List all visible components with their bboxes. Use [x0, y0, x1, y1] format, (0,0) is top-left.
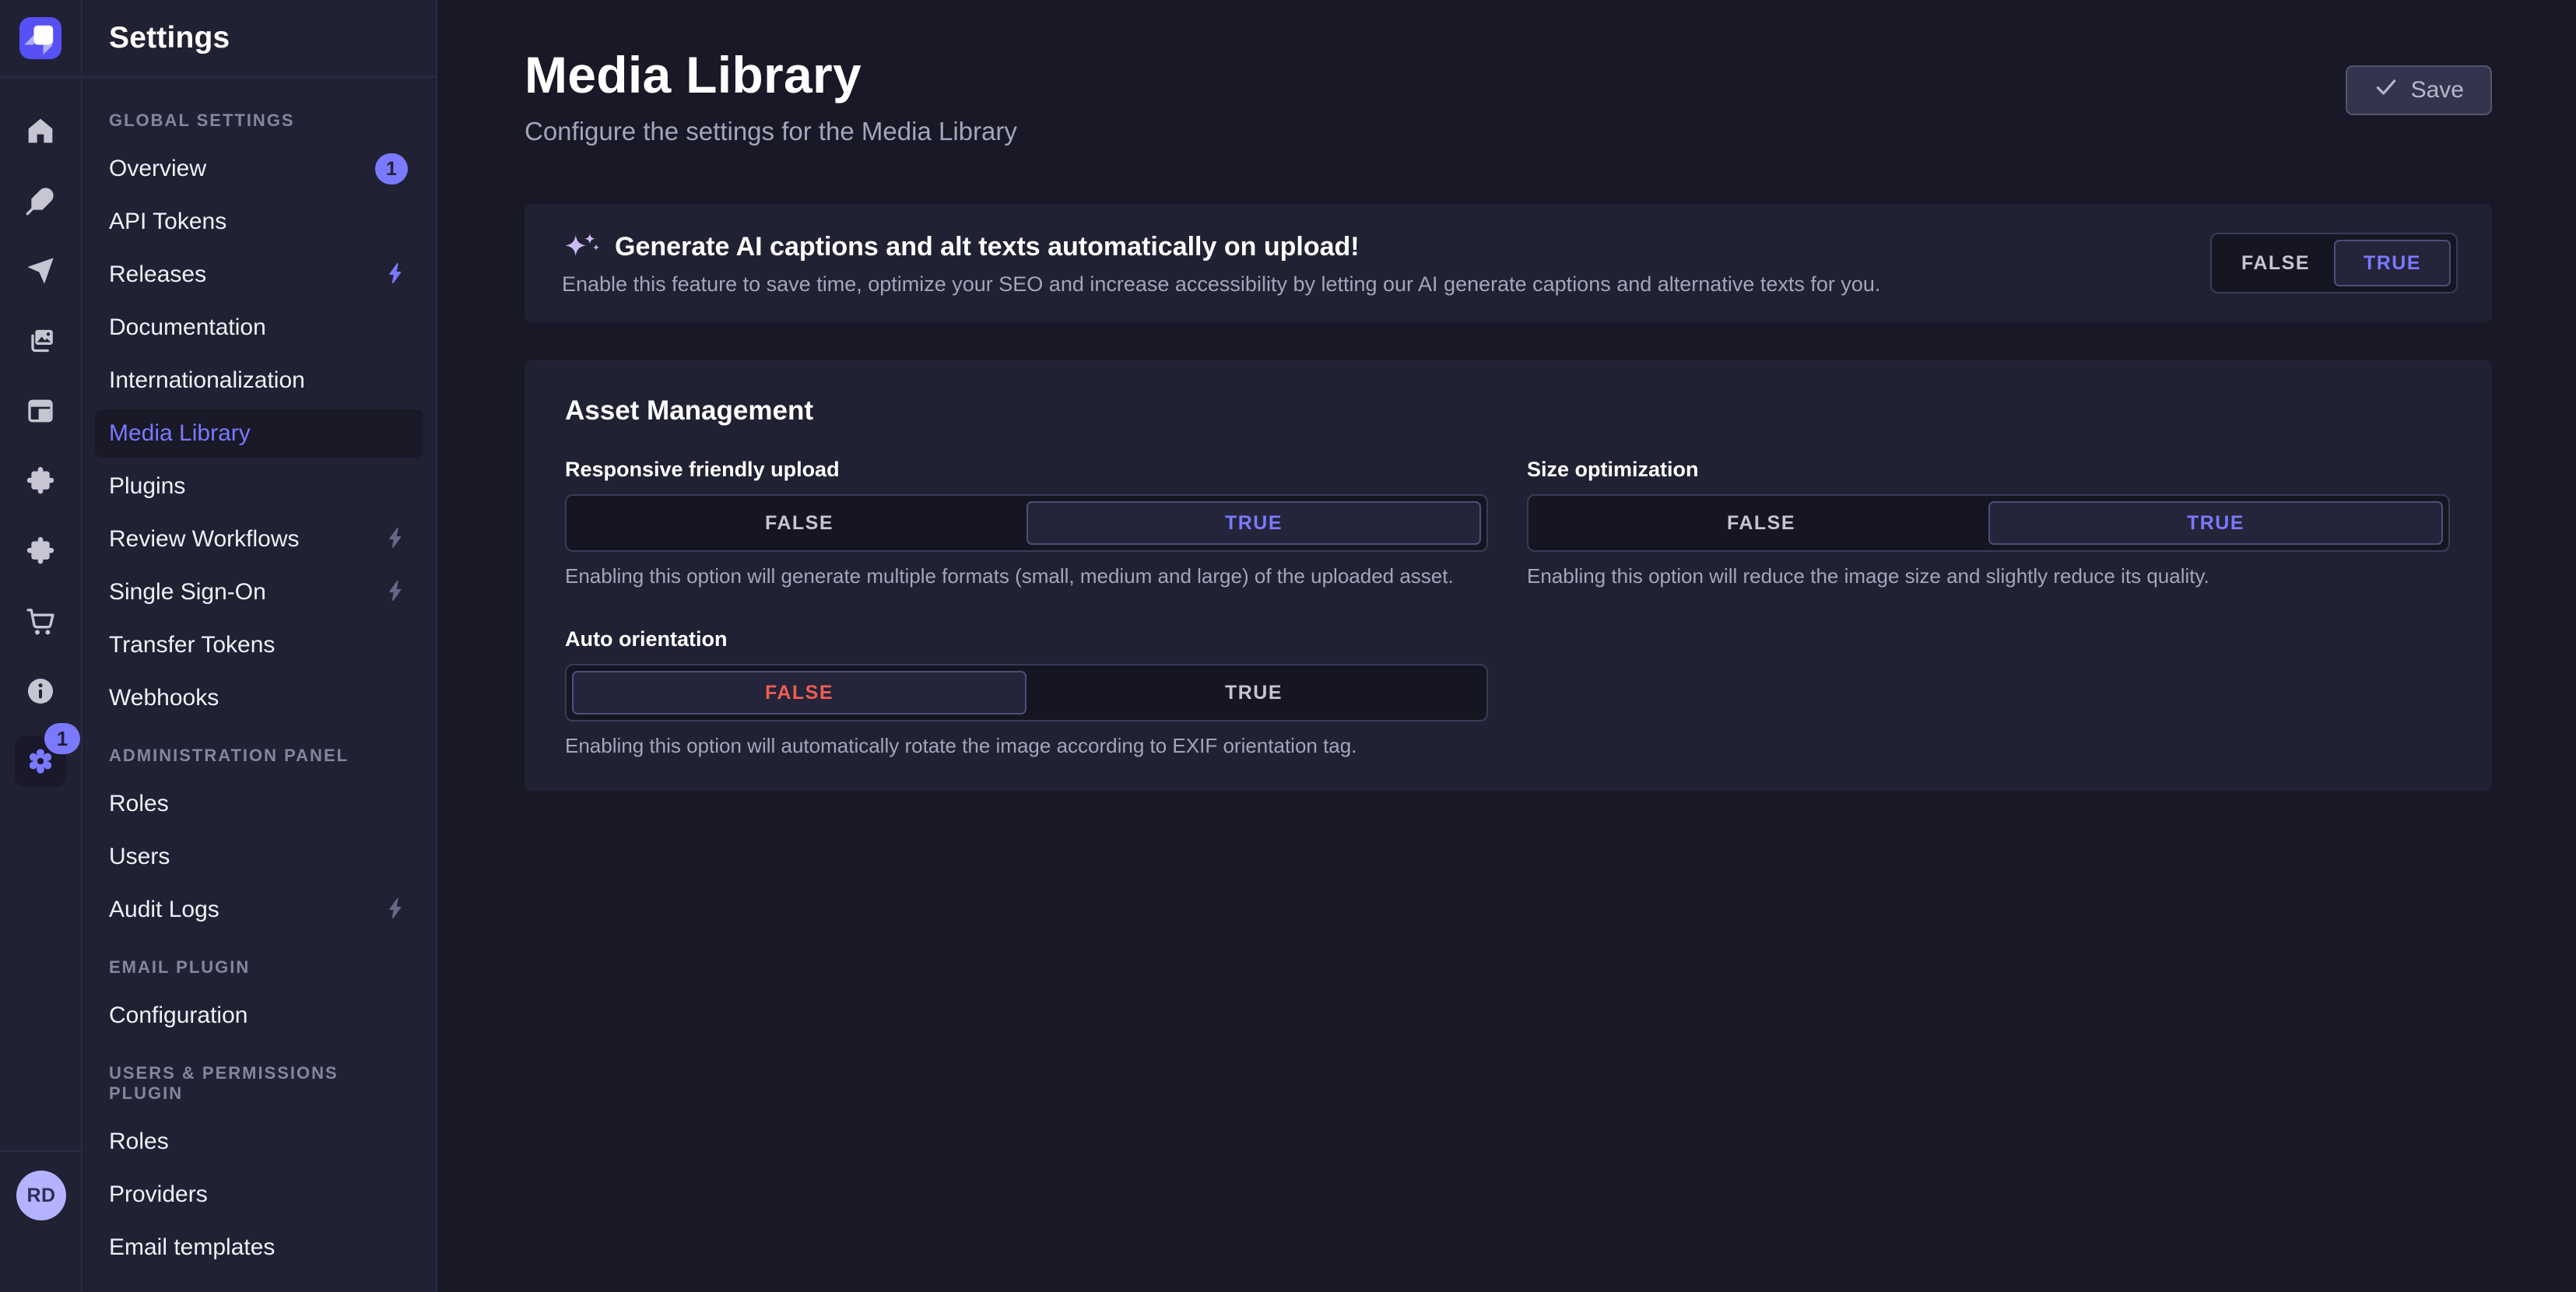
lightning-icon [384, 262, 408, 289]
overview-badge: 1 [375, 153, 408, 184]
sidebar-item-media-library[interactable]: Media Library [95, 409, 423, 458]
toggle-false-option[interactable]: FALSE [572, 501, 1027, 545]
layout-icon[interactable] [23, 394, 58, 428]
section-users-permissions-plugin: USERS & PERMISSIONS PLUGIN Roles Provide… [95, 1063, 423, 1272]
field-size-optimization: Size optimization FALSE TRUE Enabling th… [1527, 458, 2450, 588]
field-label: Auto orientation [565, 627, 1488, 651]
sidebar-header: Settings [82, 0, 436, 78]
field-hint: Enabling this option will generate multi… [565, 564, 1488, 588]
ai-captions-toggle: FALSE TRUE [2210, 233, 2458, 293]
settings-gear-icon[interactable]: 1 [15, 736, 66, 787]
info-icon[interactable] [23, 674, 58, 708]
sidebar-item-single-sign-on[interactable]: Single Sign-On [95, 568, 423, 616]
sidebar-item-overview[interactable]: Overview 1 [95, 145, 423, 193]
responsive-upload-toggle: FALSE TRUE [565, 494, 1488, 552]
size-optimization-toggle: FALSE TRUE [1527, 494, 2450, 552]
sidebar-item-webhooks[interactable]: Webhooks [95, 674, 423, 722]
section-email-plugin: EMAIL PLUGIN Configuration [95, 957, 423, 1040]
section-administration-panel: ADMINISTRATION PANEL Roles Users Audit L… [95, 746, 423, 934]
ai-captions-banner: Generate AI captions and alt texts autom… [525, 204, 2492, 322]
app-icon-rail: 1 RD [0, 0, 82, 1292]
sidebar-title: Settings [109, 21, 230, 55]
toggle-true-option[interactable]: TRUE [1988, 501, 2443, 545]
lightning-icon [384, 897, 408, 924]
sidebar-item-transfer-tokens[interactable]: Transfer Tokens [95, 621, 423, 669]
sidebar-item-plugins[interactable]: Plugins [95, 462, 423, 511]
sidebar-item-up-roles[interactable]: Roles [95, 1118, 423, 1166]
fields-grid: Responsive friendly upload FALSE TRUE En… [565, 458, 2450, 758]
paper-plane-icon[interactable] [23, 254, 58, 288]
rail-divider [0, 1150, 81, 1152]
section-label: ADMINISTRATION PANEL [95, 746, 423, 766]
banner-text: Generate AI captions and alt texts autom… [562, 230, 2210, 297]
field-hint: Enabling this option will reduce the ima… [1527, 564, 2450, 588]
toggle-false-option[interactable]: FALSE [2217, 240, 2334, 286]
page-subtitle: Configure the settings for the Media Lib… [525, 117, 2492, 146]
save-button[interactable]: Save [2346, 65, 2492, 115]
lightning-icon [384, 526, 408, 553]
media-library-icon[interactable] [23, 324, 58, 358]
field-label: Responsive friendly upload [565, 458, 1488, 482]
settings-notification-badge: 1 [44, 723, 80, 754]
sidebar-item-providers[interactable]: Providers [95, 1171, 423, 1219]
section-global-settings: GLOBAL SETTINGS Overview 1 API Tokens Re… [95, 111, 423, 722]
rail-nav: 1 [0, 78, 81, 778]
sidebar-item-releases[interactable]: Releases [95, 251, 423, 299]
sidebar-item-api-tokens[interactable]: API Tokens [95, 198, 423, 246]
toggle-false-option[interactable]: FALSE [572, 671, 1027, 714]
feather-icon[interactable] [23, 184, 58, 218]
sidebar-item-configuration[interactable]: Configuration [95, 992, 423, 1040]
lightning-icon [384, 579, 408, 606]
banner-title: Generate AI captions and alt texts autom… [615, 232, 1360, 262]
section-label: USERS & PERMISSIONS PLUGIN [95, 1063, 423, 1104]
card-title: Asset Management [565, 395, 2450, 427]
page-title: Media Library [525, 45, 2492, 104]
field-responsive-friendly-upload: Responsive friendly upload FALSE TRUE En… [565, 458, 1488, 588]
home-icon[interactable] [23, 114, 58, 148]
puzzle-icon[interactable] [23, 464, 58, 498]
page-header: Media Library Configure the settings for… [525, 0, 2492, 146]
toggle-true-option[interactable]: TRUE [2334, 240, 2451, 286]
settings-sidebar: Settings GLOBAL SETTINGS Overview 1 API … [82, 0, 437, 1292]
field-label: Size optimization [1527, 458, 2450, 482]
sidebar-nav: GLOBAL SETTINGS Overview 1 API Tokens Re… [82, 78, 436, 1272]
section-label: GLOBAL SETTINGS [95, 111, 423, 131]
sidebar-item-documentation[interactable]: Documentation [95, 304, 423, 352]
check-icon [2374, 75, 2399, 106]
sidebar-item-internationalization[interactable]: Internationalization [95, 356, 423, 405]
field-hint: Enabling this option will automatically … [565, 734, 1488, 758]
asset-management-card: Asset Management Responsive friendly upl… [525, 360, 2492, 791]
sidebar-item-users[interactable]: Users [95, 833, 423, 881]
user-avatar[interactable]: RD [16, 1171, 66, 1220]
sidebar-item-email-templates[interactable]: Email templates [95, 1224, 423, 1272]
toggle-false-option[interactable]: FALSE [1534, 501, 1988, 545]
banner-description: Enable this feature to save time, optimi… [562, 272, 2210, 297]
toggle-true-option[interactable]: TRUE [1027, 671, 1481, 714]
sidebar-item-roles[interactable]: Roles [95, 780, 423, 828]
puzzle-icon[interactable] [23, 534, 58, 568]
save-button-label: Save [2411, 77, 2464, 104]
sidebar-item-audit-logs[interactable]: Audit Logs [95, 886, 423, 934]
strapi-logo[interactable] [19, 17, 61, 59]
main-content: Media Library Configure the settings for… [439, 0, 2576, 1292]
field-auto-orientation: Auto orientation FALSE TRUE Enabling thi… [565, 627, 1488, 758]
auto-orientation-toggle: FALSE TRUE [565, 664, 1488, 721]
sidebar-item-review-workflows[interactable]: Review Workflows [95, 515, 423, 563]
toggle-true-option[interactable]: TRUE [1027, 501, 1481, 545]
sparkles-icon [562, 230, 602, 265]
section-label: EMAIL PLUGIN [95, 957, 423, 978]
rail-header [0, 0, 81, 78]
marketplace-cart-icon[interactable] [23, 604, 58, 638]
